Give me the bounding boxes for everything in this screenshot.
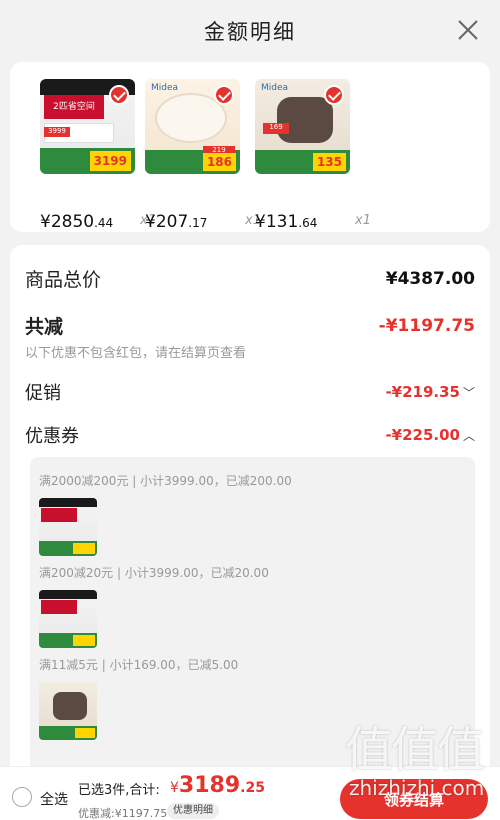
product-price: ¥2850.44 xyxy=(40,212,114,232)
coupon-product-thumbnail xyxy=(39,590,97,648)
checkout-bar: 全选 已选3件,合计: ¥3189.25 优惠减:¥1197.75 优惠明细 领… xyxy=(0,766,500,820)
coupon-rule: 满2000减200元 | 小计3999.00，已减200.00 xyxy=(39,474,292,488)
total-value: ¥4387.00 xyxy=(385,268,475,289)
product-price: ¥131.64 xyxy=(255,212,318,232)
chevron-up-icon[interactable]: ︿ xyxy=(463,429,475,443)
total-label: 商品总价 xyxy=(25,269,102,291)
coupon-product-thumbnail xyxy=(39,682,97,740)
chevron-down-icon[interactable]: ﹀ xyxy=(463,386,475,400)
product-item[interactable]: Midea 169 135 ¥131.64 x1 xyxy=(255,79,371,232)
close-icon[interactable] xyxy=(454,16,482,44)
checkout-button[interactable]: 领券结算 xyxy=(340,779,488,819)
total-amount: ¥3189.25 xyxy=(170,773,265,798)
tag-price: 169 xyxy=(263,123,289,134)
coupon-row[interactable]: 优惠券 -¥225.00 ︿ xyxy=(25,422,475,448)
reduce-row: 共减 -¥1197.75 xyxy=(25,312,475,339)
promotion-row[interactable]: 促销 -¥219.35 ﹀ xyxy=(25,379,475,405)
tag-price: 3999 xyxy=(44,127,70,137)
discount-detail-button[interactable]: 优惠明细 xyxy=(167,803,219,819)
reduce-value: -¥1197.75 xyxy=(378,315,475,336)
promo-price: 135 xyxy=(312,153,346,171)
selected-check-icon xyxy=(324,85,344,105)
promotion-value: -¥219.35 xyxy=(385,383,460,401)
coupon-value: -¥225.00 xyxy=(385,426,460,444)
brand-logo: Midea xyxy=(151,83,179,93)
select-all-radio[interactable] xyxy=(12,787,32,807)
promo-price: 3199 xyxy=(89,151,131,171)
product-thumbnail-ac: 2匹省空间 3999 3199 xyxy=(40,79,135,174)
promo-price: 186 xyxy=(202,153,236,171)
product-item[interactable]: Midea 219 186 ¥207.17 x1 xyxy=(145,79,261,232)
product-item[interactable]: 2匹省空间 3999 3199 ¥2850.44 x1 xyxy=(40,79,156,232)
product-thumbnail-stove: Midea 219 186 xyxy=(145,79,240,174)
total-row: 商品总价 ¥4387.00 xyxy=(25,265,475,292)
amount-detail-panel: 商品总价 ¥4387.00 共减 -¥1197.75 以下优惠不包含红包，请在结… xyxy=(10,245,490,820)
coupon-rule: 满200减20元 | 小计3999.00，已减20.00 xyxy=(39,566,269,580)
modal-title: 金额明细 xyxy=(204,20,296,44)
coupon-detail-box: 满2000减200元 | 小计3999.00，已减200.00 满200减20元… xyxy=(30,457,475,777)
selected-check-icon xyxy=(214,85,234,105)
product-price: ¥207.17 xyxy=(145,212,208,232)
product-thumbnail-cooker: Midea 169 135 xyxy=(255,79,350,174)
saved-amount: 优惠减:¥1197.75 xyxy=(78,807,168,820)
modal-header: 金额明细 xyxy=(0,0,500,62)
discount-note: 以下优惠不包含红包，请在结算页查看 xyxy=(25,346,247,361)
selected-check-icon xyxy=(109,85,129,105)
select-all-label[interactable]: 全选 xyxy=(40,789,68,809)
promo-badge: 2匹省空间 xyxy=(44,95,104,119)
coupon-label: 优惠券 xyxy=(25,426,79,447)
selected-summary: 已选3件,合计: xyxy=(78,783,160,798)
product-strip: 2匹省空间 3999 3199 ¥2850.44 x1 Midea 219 18… xyxy=(10,62,490,232)
coupon-product-thumbnail xyxy=(39,498,97,556)
reduce-label: 共减 xyxy=(25,316,64,338)
promotion-label: 促销 xyxy=(25,383,61,404)
brand-logo: Midea xyxy=(261,83,289,93)
coupon-rule: 满11减5元 | 小计169.00，已减5.00 xyxy=(39,658,239,672)
product-qty: x1 xyxy=(355,213,371,228)
